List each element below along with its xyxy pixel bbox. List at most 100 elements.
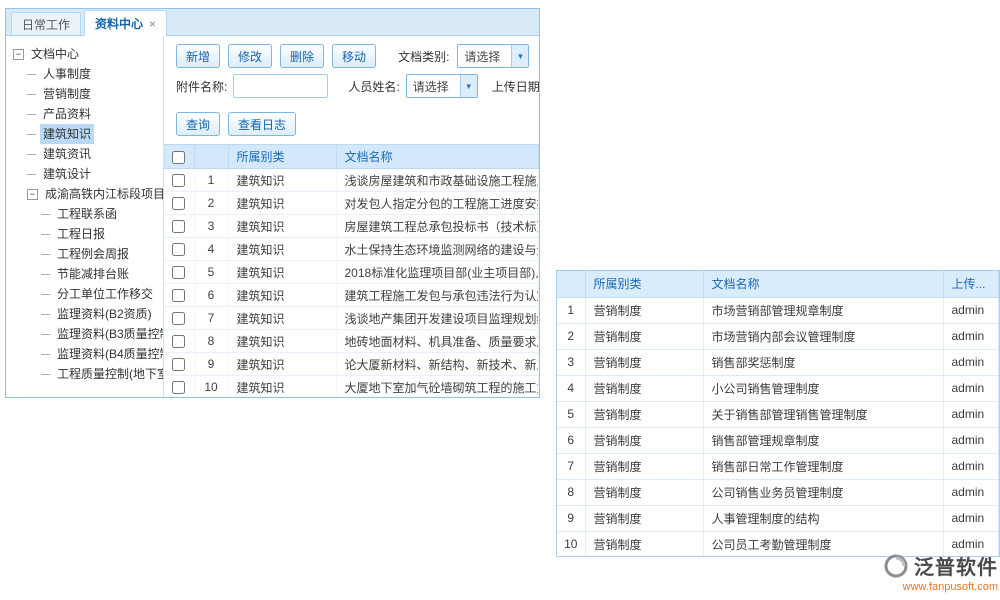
document-list-pane: 新增 修改 删除 移动 文档类别: 请选择 ▼ 文档名称: 附件名称: 人员姓名… — [164, 36, 539, 397]
row-checkbox[interactable] — [172, 289, 185, 302]
row-checkbox[interactable] — [172, 243, 185, 256]
row-checkbox[interactable] — [172, 197, 185, 210]
document-row[interactable]: 3营销制度销售部奖惩制度admin — [557, 349, 999, 375]
tree-item[interactable]: 建筑设计 — [6, 164, 163, 184]
tree-item-label: 营销制度 — [40, 84, 94, 104]
name-column-header[interactable]: 文档名称 — [703, 271, 943, 297]
select-value: 请选择 — [458, 48, 511, 65]
tree-connector — [27, 114, 36, 115]
upload-date-label: 上传日期: — [492, 78, 539, 95]
tree-item[interactable]: 建筑知识 — [6, 124, 163, 144]
document-row[interactable]: 4营销制度小公司销售管理制度admin — [557, 375, 999, 401]
document-row[interactable]: 6建筑知识建筑工程施工发包与承包违法行为认定... — [164, 284, 539, 307]
tree-item[interactable]: 工程日报 — [6, 224, 163, 244]
uploader-cell: admin — [943, 297, 999, 323]
category-column-header[interactable]: 所属别类 — [228, 145, 336, 169]
document-row[interactable]: 4建筑知识水土保持生态环境监测网络的建设与资... — [164, 238, 539, 261]
tree-item[interactable]: 工程联系函 — [6, 204, 163, 224]
table-header-row: 所属别类 文档名称 上传... — [557, 271, 999, 297]
tree-item[interactable]: 节能减排台账 — [6, 264, 163, 284]
tree-item[interactable]: 产品资料 — [6, 104, 163, 124]
tree-item[interactable]: 人事制度 — [6, 64, 163, 84]
tree-connector — [41, 234, 50, 235]
tree-item-label: 成渝高铁内江标段项目 — [42, 184, 163, 204]
document-row[interactable]: 8建筑知识地砖地面材料、机具准备、质量要求及... — [164, 330, 539, 353]
tree-connector — [41, 354, 50, 355]
row-checkbox[interactable] — [172, 312, 185, 325]
document-row[interactable]: 5建筑知识2018标准化监理项目部(业主项目部)人员... — [164, 261, 539, 284]
tab-daily-work[interactable]: 日常工作 — [11, 12, 81, 35]
category-cell: 建筑知识 — [228, 330, 336, 353]
row-checkbox[interactable] — [172, 358, 185, 371]
document-row[interactable]: 2营销制度市场营销内部会议管理制度admin — [557, 323, 999, 349]
tree-item-label: 建筑资讯 — [40, 144, 94, 164]
tab-data-center[interactable]: 资料中心 × — [84, 10, 167, 36]
add-button[interactable]: 新增 — [176, 44, 220, 68]
row-number: 7 — [557, 453, 585, 479]
uploader-cell: admin — [943, 401, 999, 427]
tree-connector — [27, 174, 36, 175]
tree-item-label: 文档中心 — [28, 44, 82, 64]
document-row[interactable]: 2建筑知识对发包人指定分包的工程施工进度安排... — [164, 192, 539, 215]
attachment-name-input[interactable] — [233, 74, 328, 98]
category-cell: 建筑知识 — [228, 261, 336, 284]
tree-item[interactable]: −文档中心 — [6, 44, 163, 64]
logo-url: www.fanpusoft.com — [870, 581, 998, 593]
tree-item[interactable]: 分工单位工作移交 — [6, 284, 163, 304]
person-name-select[interactable]: 请选择 ▼ — [406, 74, 478, 98]
row-number: 4 — [557, 375, 585, 401]
tree-item[interactable]: 监理资料(B3质量控制) — [6, 324, 163, 344]
document-name-cell: 房屋建筑工程总承包投标书（技术标）... — [336, 215, 539, 238]
collapse-icon[interactable]: − — [13, 49, 24, 60]
document-name-cell: 建筑工程施工发包与承包违法行为认定... — [336, 284, 539, 307]
document-row[interactable]: 10建筑知识大厦地下室加气砼墙砌筑工程的施工方... — [164, 376, 539, 398]
document-row[interactable]: 8营销制度公司销售业务员管理制度admin — [557, 479, 999, 505]
tree-item-label: 人事制度 — [40, 64, 94, 84]
row-number: 7 — [194, 307, 228, 330]
document-row[interactable]: 1建筑知识浅谈房屋建筑和市政基础设施工程施工... — [164, 169, 539, 192]
document-row[interactable]: 7营销制度销售部日常工作管理制度admin — [557, 453, 999, 479]
row-checkbox[interactable] — [172, 220, 185, 233]
view-log-button[interactable]: 查看日志 — [228, 112, 296, 136]
document-row[interactable]: 9建筑知识论大厦新材料、新结构、新技术、新工... — [164, 353, 539, 376]
doc-category-select[interactable]: 请选择 ▼ — [457, 44, 529, 68]
checkbox-cell — [164, 307, 194, 330]
document-name-cell: 对发包人指定分包的工程施工进度安排... — [336, 192, 539, 215]
query-button[interactable]: 查询 — [176, 112, 220, 136]
uploader-cell: admin — [943, 505, 999, 531]
name-column-header[interactable]: 文档名称 — [336, 145, 539, 169]
document-row[interactable]: 5营销制度关于销售部管理销售管理制度admin — [557, 401, 999, 427]
row-checkbox[interactable] — [172, 381, 185, 394]
tree-item-label: 建筑知识 — [40, 124, 94, 144]
close-tab-icon[interactable]: × — [149, 18, 156, 30]
tree-item[interactable]: −成渝高铁内江标段项目 — [6, 184, 163, 204]
row-checkbox[interactable] — [172, 174, 185, 187]
select-all-checkbox[interactable] — [172, 151, 185, 164]
tree-item[interactable]: 工程质量控制(地下室) — [6, 364, 163, 384]
document-name-cell: 销售部管理规章制度 — [703, 427, 943, 453]
document-row[interactable]: 6营销制度销售部管理规章制度admin — [557, 427, 999, 453]
row-checkbox[interactable] — [172, 335, 185, 348]
table-header-row: 所属别类 文档名称 — [164, 145, 539, 169]
category-cell: 营销制度 — [585, 453, 703, 479]
uploader-column-header[interactable]: 上传... — [943, 271, 999, 297]
category-column-header[interactable]: 所属别类 — [585, 271, 703, 297]
document-row[interactable]: 9营销制度人事管理制度的结构admin — [557, 505, 999, 531]
document-row[interactable]: 3建筑知识房屋建筑工程总承包投标书（技术标）... — [164, 215, 539, 238]
tree-item[interactable]: 建筑资讯 — [6, 144, 163, 164]
move-button[interactable]: 移动 — [332, 44, 376, 68]
delete-button[interactable]: 删除 — [280, 44, 324, 68]
document-row[interactable]: 7建筑知识浅谈地产集团开发建设项目监理规划编... — [164, 307, 539, 330]
collapse-icon[interactable]: − — [27, 189, 38, 200]
tree-item[interactable]: 监理资料(B2资质) — [6, 304, 163, 324]
tree-item[interactable]: 工程例会周报 — [6, 244, 163, 264]
document-name-cell: 人事管理制度的结构 — [703, 505, 943, 531]
num-column-header — [557, 271, 585, 297]
document-row[interactable]: 1营销制度市场营销部管理规章制度admin — [557, 297, 999, 323]
modify-button[interactable]: 修改 — [228, 44, 272, 68]
tree-item[interactable]: 营销制度 — [6, 84, 163, 104]
row-checkbox[interactable] — [172, 266, 185, 279]
row-number: 5 — [194, 261, 228, 284]
row-number: 2 — [557, 323, 585, 349]
tree-item[interactable]: 监理资料(B4质量控制) — [6, 344, 163, 364]
